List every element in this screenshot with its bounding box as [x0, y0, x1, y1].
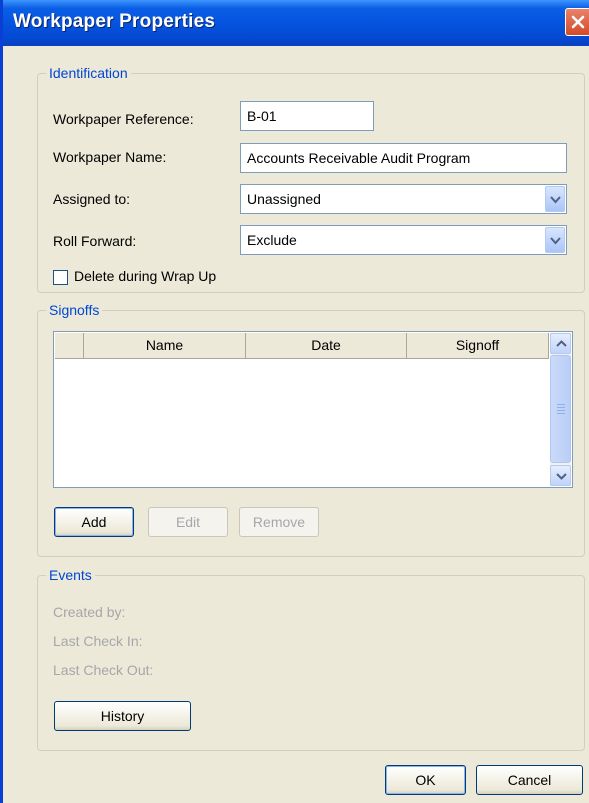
title-bar[interactable]: Workpaper Properties [3, 0, 589, 46]
remove-signoff-button[interactable]: Remove [239, 507, 319, 537]
ok-button[interactable]: OK [385, 765, 466, 795]
assigned-to-value: Unassigned [247, 191, 321, 207]
assigned-to-select[interactable]: Unassigned [240, 184, 567, 214]
cancel-button[interactable]: Cancel [476, 765, 583, 795]
identification-legend: Identification [46, 65, 131, 81]
roll-forward-dropdown-button[interactable] [545, 227, 565, 253]
signoffs-table[interactable]: Name Date Signoff [53, 331, 573, 488]
column-header-signoff[interactable]: Signoff [407, 333, 549, 359]
delete-during-wrap-up-checkbox[interactable] [53, 270, 68, 285]
roll-forward-label: Roll Forward: [53, 233, 137, 249]
scroll-down-button[interactable] [550, 465, 571, 486]
scroll-grip [557, 413, 565, 414]
signoffs-scrollbar[interactable] [550, 333, 571, 486]
signoffs-legend: Signoffs [46, 302, 103, 318]
workpaper-name-input[interactable] [240, 143, 567, 173]
events-legend: Events [46, 567, 95, 583]
assigned-to-dropdown-button[interactable] [545, 186, 565, 212]
close-icon [571, 15, 585, 29]
chevron-up-icon [556, 340, 567, 347]
chevron-down-icon [550, 196, 561, 204]
row-selector-header[interactable] [55, 333, 84, 359]
workpaper-reference-label: Workpaper Reference: [53, 111, 194, 127]
roll-forward-select[interactable]: Exclude [240, 225, 567, 255]
scroll-grip [557, 410, 565, 411]
workpaper-reference-input[interactable] [240, 101, 374, 131]
assigned-to-label: Assigned to: [53, 191, 131, 207]
close-button[interactable] [565, 8, 589, 36]
dialog-title: Workpaper Properties [13, 11, 216, 32]
scroll-grip [557, 404, 565, 405]
last-check-in-label: Last Check In: [53, 633, 143, 649]
delete-during-wrap-up-label[interactable]: Delete during Wrap Up [74, 268, 216, 284]
chevron-down-icon [550, 237, 561, 245]
created-by-label: Created by: [53, 604, 126, 620]
workpaper-properties-dialog: Workpaper Properties Identification Work… [0, 0, 589, 803]
edit-signoff-button[interactable]: Edit [148, 507, 228, 537]
scroll-up-button[interactable] [550, 333, 571, 354]
scroll-grip [557, 407, 565, 408]
add-signoff-button[interactable]: Add [54, 507, 134, 537]
column-header-name[interactable]: Name [84, 333, 246, 359]
column-header-date[interactable]: Date [246, 333, 407, 359]
last-check-out-label: Last Check Out: [53, 662, 154, 678]
history-button[interactable]: History [54, 701, 191, 731]
roll-forward-value: Exclude [247, 232, 297, 248]
chevron-down-icon [556, 473, 567, 480]
scroll-thumb[interactable] [550, 355, 571, 463]
workpaper-name-label: Workpaper Name: [53, 149, 167, 165]
